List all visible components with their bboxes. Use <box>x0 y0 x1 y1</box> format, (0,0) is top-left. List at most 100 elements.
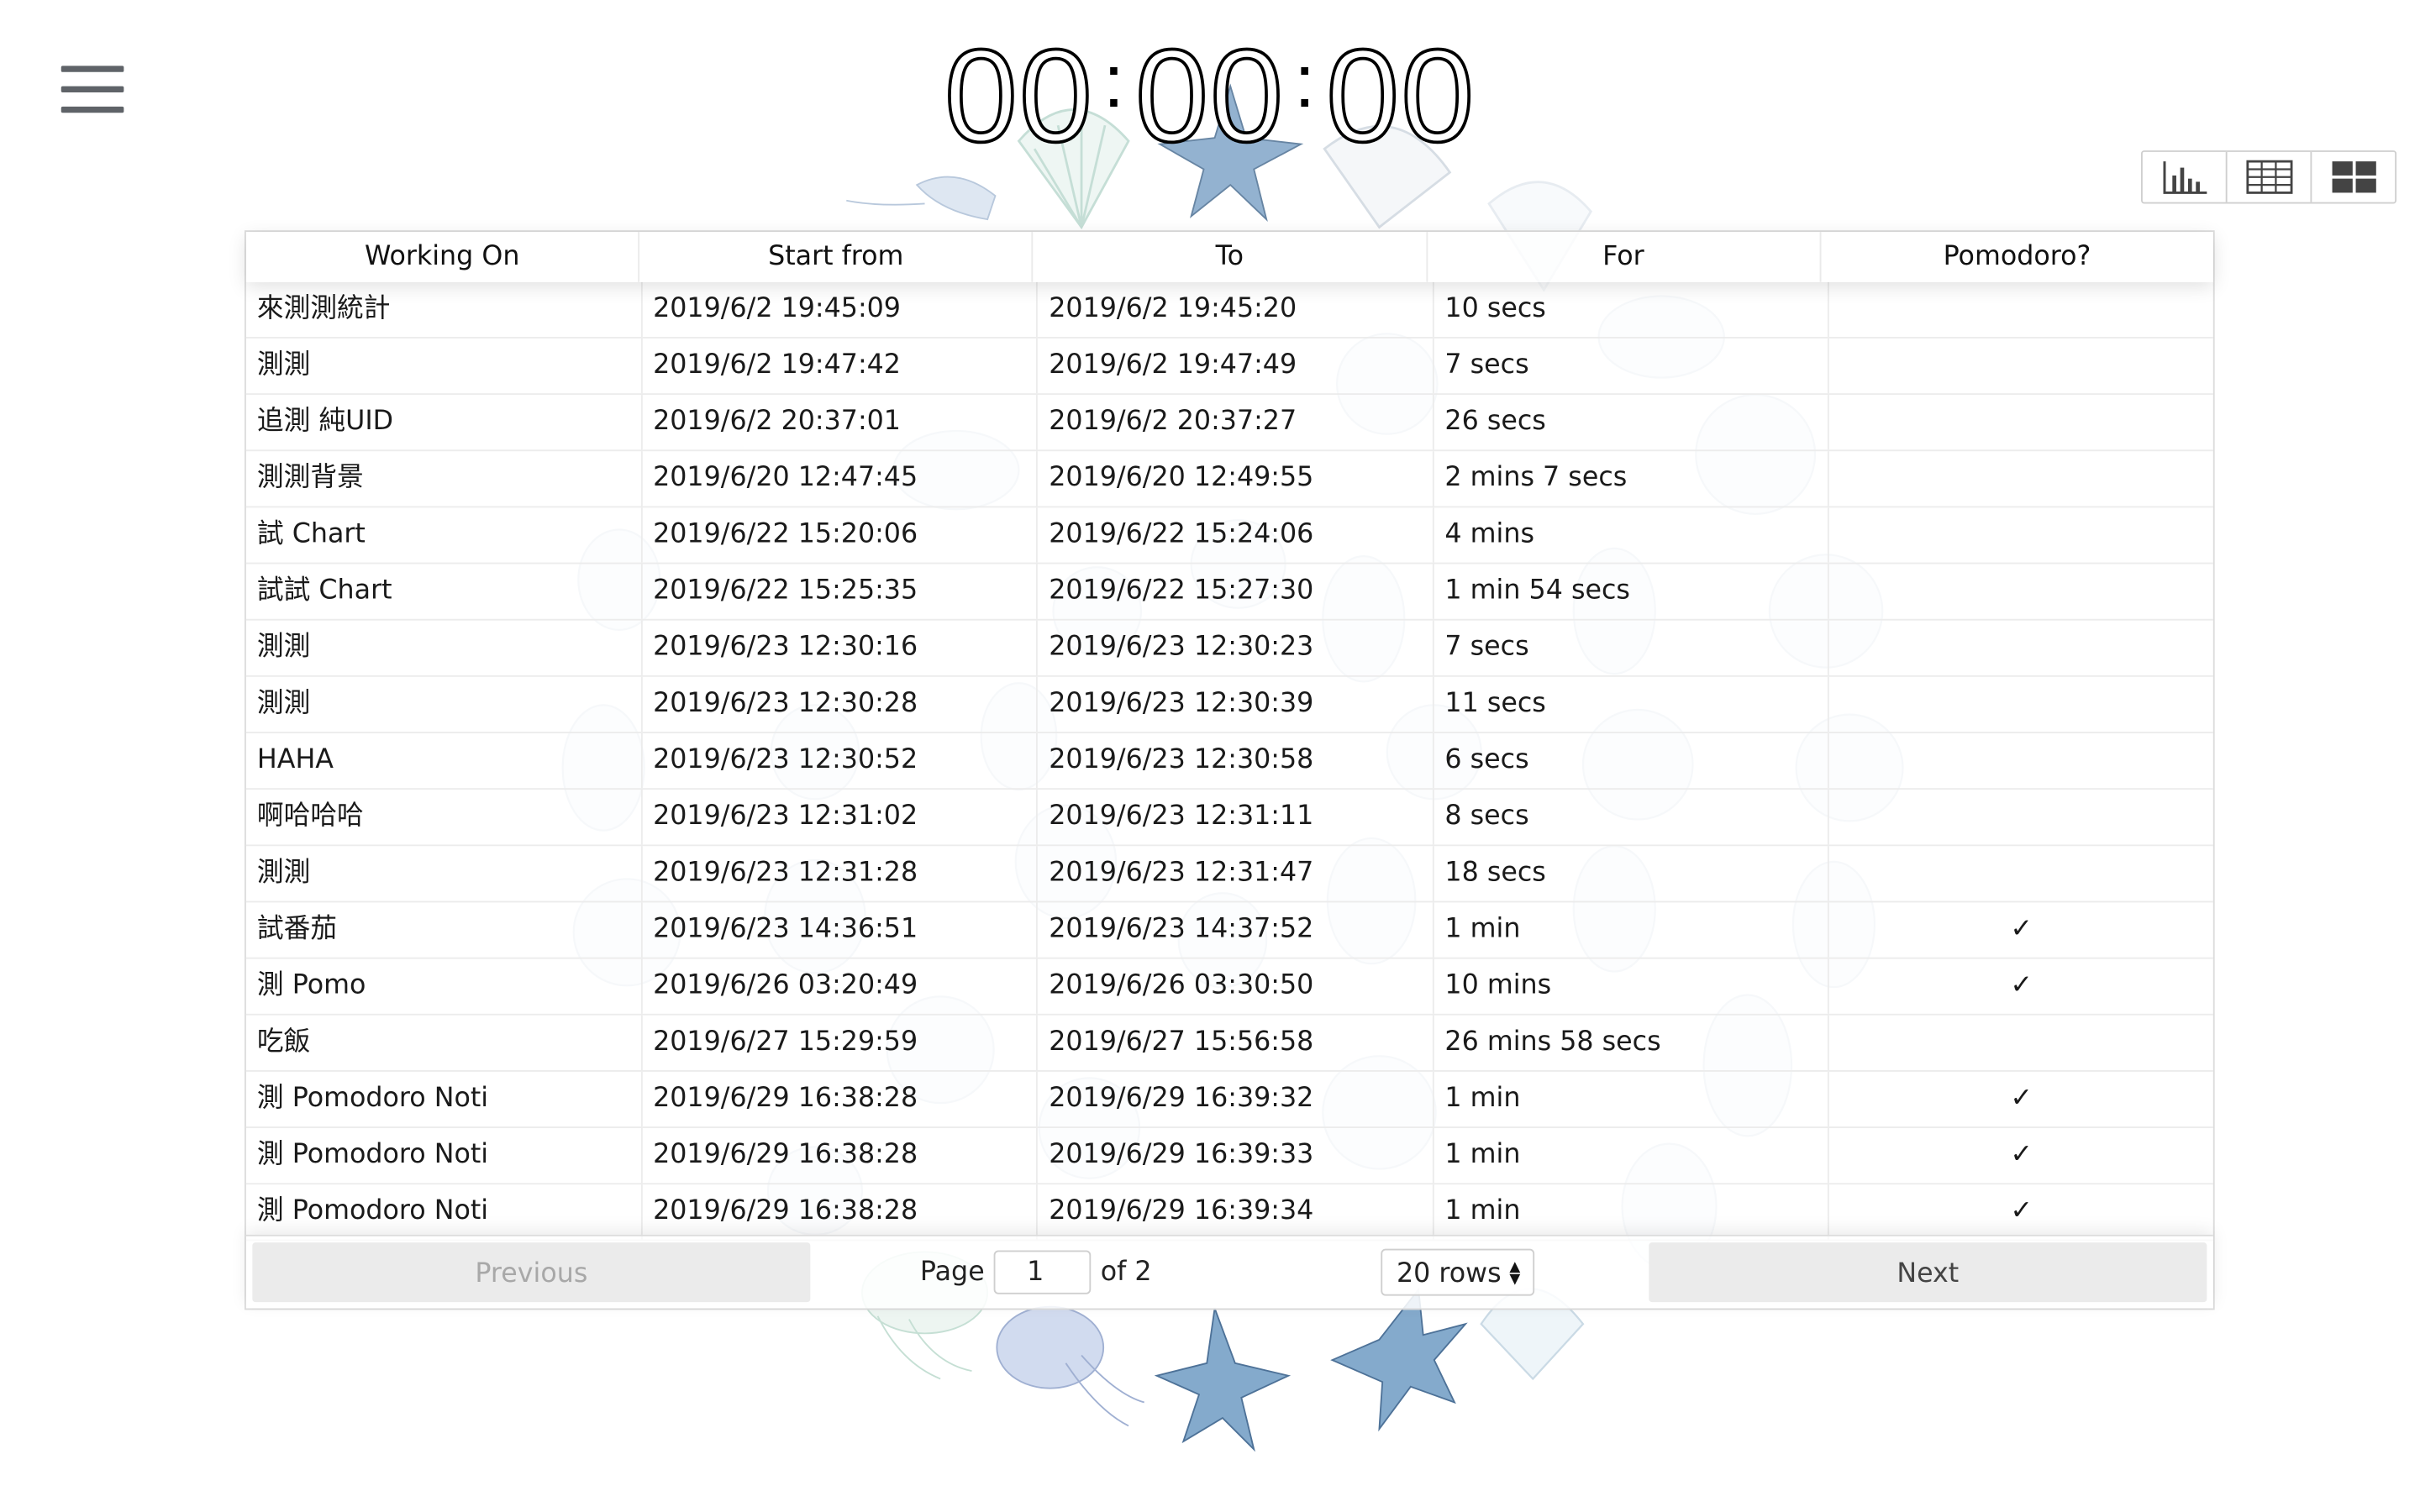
cell-to: 2019/6/29 16:39:32 <box>1038 1071 1434 1127</box>
cell-to: 2019/6/23 12:31:47 <box>1038 846 1434 901</box>
table-row: 來測測統計 2019/6/2 19:45:09 2019/6/2 19:45:20 1… <box>245 281 2213 339</box>
column-header[interactable]: Start from <box>639 232 1034 282</box>
cell-start-from: 2019/6/29 16:38:28 <box>642 1071 1039 1127</box>
cell-start-from: 2019/6/20 12:47:45 <box>642 451 1039 507</box>
cell-working-on: 測 Pomodoro Noti <box>246 1071 643 1127</box>
timer-seconds: 00 <box>1324 22 1476 170</box>
cell-to: 2019/6/23 12:30:39 <box>1038 676 1434 732</box>
table-row: 追測 純UID 2019/6/2 20:37:01 2019/6/2 20:37:2… <box>245 395 2213 452</box>
cell-working-on: 測 Pomodoro Noti <box>246 1184 643 1240</box>
column-header[interactable]: Pomodoro? <box>1821 232 2213 282</box>
cell-to: 2019/6/22 15:27:30 <box>1038 564 1434 619</box>
cell-working-on: 吃飯 <box>246 1015 643 1070</box>
table-view-button[interactable] <box>2228 151 2312 202</box>
app-page: 00:00:00 Working On Start from To For Po… <box>0 0 2420 1512</box>
cell-duration: 1 min <box>1434 1184 1830 1240</box>
timer-separator: : <box>1294 40 1317 124</box>
cell-start-from: 2019/6/23 12:31:28 <box>642 846 1039 901</box>
cell-pomodoro: ✓ <box>2010 913 2033 945</box>
cell-duration: 6 secs <box>1434 732 1830 789</box>
cell-duration: 10 mins <box>1434 958 1830 1014</box>
cell-start-from: 2019/6/2 20:37:01 <box>642 395 1039 450</box>
table-row: 測測 2019/6/23 12:30:16 2019/6/23 12:30:23 7 … <box>245 620 2213 677</box>
cell-duration: 26 mins 58 secs <box>1434 1015 1830 1070</box>
cell-pomodoro: ✓ <box>2010 1082 2033 1115</box>
cell-working-on: 測 Pomo <box>246 958 643 1014</box>
cell-duration: 1 min 54 secs <box>1434 564 1830 619</box>
timer-separator: : <box>1103 40 1126 124</box>
cell-start-from: 2019/6/22 15:20:06 <box>642 507 1039 563</box>
column-header[interactable]: Working On <box>246 232 640 282</box>
table-row: 吃飯 2019/6/27 15:29:59 2019/6/27 15:56:58 26… <box>245 1015 2213 1072</box>
grid-icon <box>2331 161 2375 193</box>
table-header: Working On Start from To For Pomodoro? <box>245 232 2213 282</box>
cell-start-from: 2019/6/2 19:47:42 <box>642 338 1039 394</box>
cell-duration: 1 min <box>1434 1071 1830 1127</box>
bar-chart-icon <box>2162 161 2207 194</box>
cell-duration: 7 secs <box>1434 338 1830 394</box>
cell-pomodoro <box>1830 339 2213 393</box>
cell-start-from: 2019/6/23 12:30:52 <box>642 732 1039 789</box>
view-switcher <box>2141 150 2397 204</box>
cell-start-from: 2019/6/26 03:20:49 <box>642 958 1039 1014</box>
jellyfish-icon <box>996 1305 1144 1427</box>
cell-duration: 7 secs <box>1434 620 1830 675</box>
cell-to: 2019/6/23 12:31:11 <box>1038 790 1434 845</box>
rows-per-page-select[interactable]: 20 rows ▲ ▼ <box>1381 1248 1535 1296</box>
cell-working-on: 試番茄 <box>246 902 643 958</box>
chart-view-button[interactable] <box>2143 151 2228 202</box>
table-row: 測測 2019/6/2 19:47:42 2019/6/2 19:47:49 7 se… <box>245 338 2213 396</box>
cell-working-on: 測測 <box>246 620 643 675</box>
cell-to: 2019/6/27 15:56:58 <box>1038 1015 1434 1070</box>
column-header[interactable]: For <box>1428 232 1822 282</box>
table-row: 測 Pomo 2019/6/26 03:20:49 2019/6/26 03:30:… <box>245 958 2213 1016</box>
cell-to: 2019/6/29 16:39:34 <box>1038 1184 1434 1240</box>
cell-duration: 18 secs <box>1434 846 1830 901</box>
cell-pomodoro <box>1830 507 2213 562</box>
cell-start-from: 2019/6/22 15:25:35 <box>642 564 1039 619</box>
cell-pomodoro: ✓ <box>2010 1139 2033 1171</box>
cell-start-from: 2019/6/23 12:31:02 <box>642 790 1039 845</box>
table-row: 測測 2019/6/23 12:30:28 2019/6/23 12:30:39 11… <box>245 676 2213 733</box>
cell-working-on: 追測 純UID <box>246 395 643 450</box>
cell-duration: 2 mins 7 secs <box>1434 451 1830 507</box>
cell-to: 2019/6/23 12:30:23 <box>1038 620 1434 675</box>
cell-pomodoro: ✓ <box>2010 969 2033 1001</box>
column-header[interactable]: To <box>1034 232 1428 282</box>
cell-working-on: 測 Pomodoro Noti <box>246 1128 643 1184</box>
table-row: 測 Pomodoro Noti 2019/6/29 16:38:28 2019/6/… <box>245 1184 2213 1242</box>
cell-pomodoro <box>1830 621 2213 675</box>
table-icon <box>2245 160 2292 194</box>
cell-pomodoro <box>1830 395 2213 449</box>
cell-start-from: 2019/6/23 12:30:16 <box>642 620 1039 675</box>
cell-to: 2019/6/2 19:47:49 <box>1038 338 1434 394</box>
cell-start-from: 2019/6/29 16:38:28 <box>642 1184 1039 1240</box>
table-row: 試試 Chart 2019/6/22 15:25:35 2019/6/22 15:2… <box>245 564 2213 621</box>
cell-working-on: 測測 <box>246 676 643 732</box>
cell-start-from: 2019/6/27 15:29:59 <box>642 1015 1039 1070</box>
cell-duration: 4 mins <box>1434 507 1830 563</box>
previous-button[interactable]: Previous <box>252 1242 811 1303</box>
cell-pomodoro <box>1830 677 2213 732</box>
cell-working-on: 測測 <box>246 338 643 394</box>
cell-to: 2019/6/2 20:37:27 <box>1038 395 1434 450</box>
cell-duration: 26 secs <box>1434 395 1830 450</box>
table-row: 測 Pomodoro Noti 2019/6/29 16:38:28 2019/6/… <box>245 1071 2213 1129</box>
cell-pomodoro: ✓ <box>2010 1195 2033 1227</box>
cell-duration: 1 min <box>1434 902 1830 958</box>
starfish-icon <box>1154 1287 1468 1452</box>
cell-pomodoro <box>1830 1016 2213 1070</box>
next-button[interactable]: Next <box>1649 1242 2207 1303</box>
timer-display: 00:00:00 <box>0 13 2420 170</box>
cell-working-on: 啊哈哈哈 <box>246 790 643 845</box>
cell-to: 2019/6/26 03:30:50 <box>1038 958 1434 1014</box>
pagination: Previous Page of 2 20 rows ▲▼ Next <box>245 1234 2213 1309</box>
cell-duration: 1 min <box>1434 1128 1830 1184</box>
table-row: 測測 2019/6/23 12:31:28 2019/6/23 12:31:47 18… <box>245 846 2213 903</box>
cell-start-from: 2019/6/2 19:45:09 <box>642 281 1039 338</box>
cell-start-from: 2019/6/23 14:36:51 <box>642 902 1039 958</box>
cell-pomodoro <box>1830 282 2213 337</box>
cell-duration: 11 secs <box>1434 676 1830 732</box>
page-number-input[interactable] <box>993 1250 1092 1294</box>
grid-view-button[interactable] <box>2312 152 2395 202</box>
